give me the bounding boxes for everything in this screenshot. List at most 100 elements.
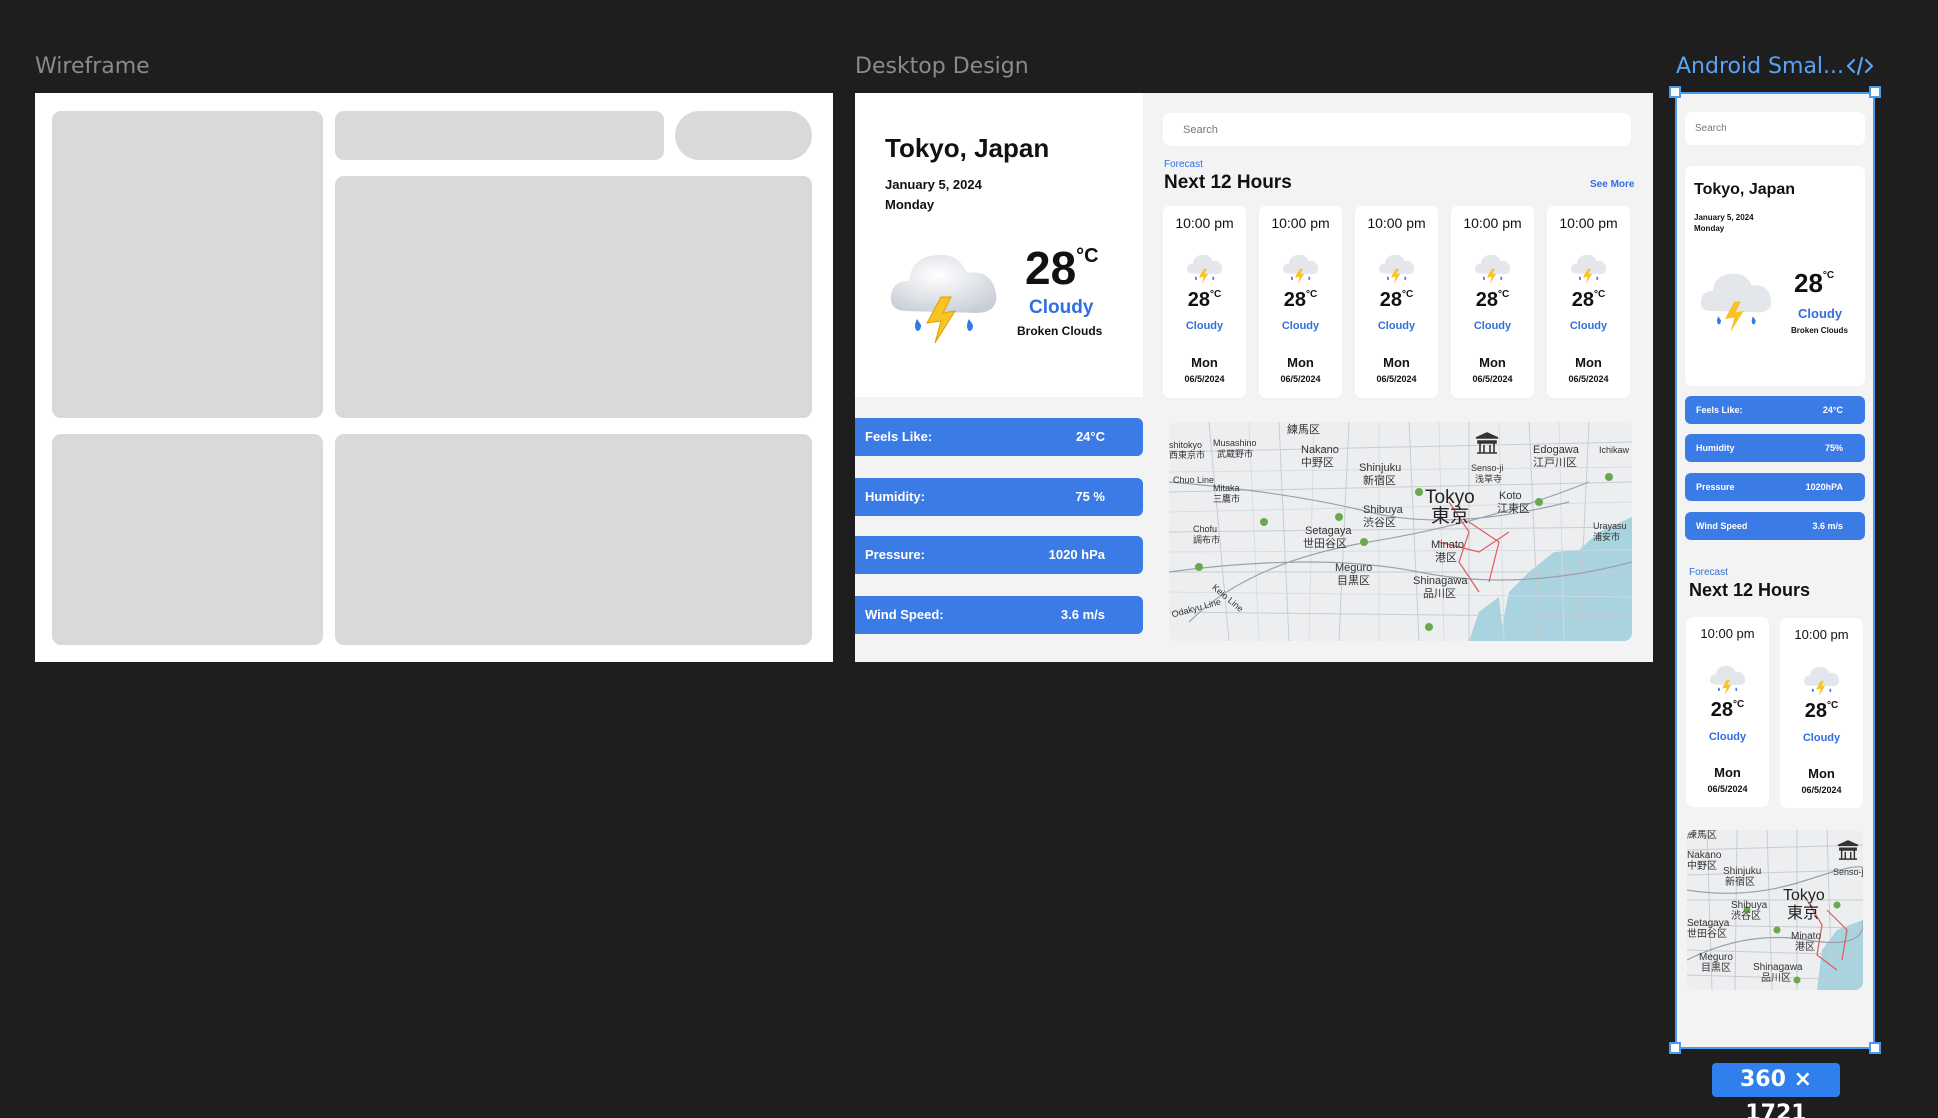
storm-cloud-icon [1569,249,1609,285]
hourly-card[interactable]: 10:00 pm 28°C Cloudy Mon 06/5/2024 [1163,206,1246,398]
map-label: 浦安市 [1593,532,1621,542]
map-label: Minato [1431,539,1465,551]
stat-label: Pressure: [865,547,925,562]
map-label: Meguro [1335,562,1373,574]
map-label-city: 東京 [1431,506,1470,527]
resize-handle[interactable] [1669,86,1681,98]
storm-cloud-icon [1281,249,1321,285]
hour-time: 10:00 pm [1463,215,1522,231]
hour-time: 10:00 pm [1271,215,1330,231]
hour-date: 06/5/2024 [1280,374,1321,384]
map-label: Chuo Line [1173,475,1215,485]
storm-cloud-icon [1473,249,1513,285]
storm-cloud-icon [885,239,1005,344]
map-label: 新宿区 [1363,475,1396,487]
stat-label: Humidity: [865,489,925,504]
map-label: Edogawa [1533,444,1579,456]
map-label: 中野区 [1301,457,1334,469]
search-input[interactable] [1163,113,1631,146]
stat-pressure: Pressure: 1020 hPa [855,536,1143,574]
dimension-badge: 360 × 1721 [1712,1063,1840,1118]
stat-feels-like: Feels Like: 24°C [855,418,1143,456]
current-weather-card: Tokyo, Japan January 5, 2024 Monday 28°C… [855,93,1143,397]
hour-temperature: 28°C [1379,289,1414,311]
map-label: 武蔵野市 [1217,449,1254,459]
map-label: 江東区 [1497,503,1530,515]
frame-label-wireframe[interactable]: Wireframe [35,54,150,79]
code-icon[interactable] [1846,56,1874,76]
wireframe-block [335,111,664,160]
map-label-city: Tokyo [1425,487,1475,508]
wireframe-block [675,111,812,160]
map-label: 渋谷区 [1363,517,1396,529]
desktop-frame[interactable]: Tokyo, Japan January 5, 2024 Monday 28°C… [855,93,1653,662]
wireframe-block [335,176,812,418]
stat-value: 24°C [1075,429,1105,444]
current-condition: Cloudy [1029,297,1094,318]
city-name: Tokyo, Japan [885,133,1050,163]
map-view[interactable]: 練馬区 Nakano 中野区 Shinjuku 新宿区 Shibuya 渋谷区 … [1169,422,1632,641]
map-label: Shibuya [1363,504,1403,516]
current-temperature: 28°C [1025,242,1099,294]
hour-temperature: 28°C [1187,289,1222,311]
frame-label-android[interactable]: Android Smal... [1676,54,1844,79]
hour-temperature: 28°C [1571,289,1606,311]
hour-time: 10:00 pm [1175,215,1234,231]
wireframe-block [52,434,323,645]
storm-cloud-icon [1377,249,1417,285]
see-more-link[interactable]: See More [1590,179,1634,190]
hour-day: Mon [1287,355,1314,370]
map-label: 世田谷区 [1303,538,1347,550]
map-label: 目黒区 [1337,575,1370,587]
selection-outline [1675,92,1875,1049]
hour-date: 06/5/2024 [1184,374,1225,384]
map-label: Shinjuku [1359,462,1402,474]
resize-handle[interactable] [1869,86,1881,98]
map-label: 品川区 [1423,588,1456,600]
hour-condition: Cloudy [1281,320,1320,332]
hour-condition: Cloudy [1569,320,1608,332]
current-description: Broken Clouds [1017,324,1103,338]
wireframe-block [335,434,812,645]
forecast-title: Next 12 Hours [1164,172,1292,193]
hour-time: 10:00 pm [1367,215,1426,231]
wireframe-block [52,111,323,418]
resize-handle[interactable] [1869,1042,1881,1054]
map-label: Ichikaw [1599,445,1630,455]
stat-value: 3.6 m/s [1060,607,1105,622]
hour-day: Mon [1191,355,1218,370]
hour-condition: Cloudy [1473,320,1512,332]
stat-wind-speed: Wind Speed: 3.6 m/s [855,596,1143,634]
map-label: Koto [1499,490,1522,502]
hourly-card[interactable]: 10:00 pm 28°C Cloudy Mon 06/5/2024 [1355,206,1438,398]
hourly-card[interactable]: 10:00 pm 28°C Cloudy Mon 06/5/2024 [1547,206,1630,398]
hour-date: 06/5/2024 [1472,374,1513,384]
hour-date: 06/5/2024 [1568,374,1609,384]
hour-day: Mon [1383,355,1410,370]
hour-temperature: 28°C [1283,289,1318,311]
storm-cloud-icon [1185,249,1225,285]
frame-label-desktop[interactable]: Desktop Design [855,54,1029,79]
hourly-card[interactable]: 10:00 pm 28°C Cloudy Mon 06/5/2024 [1451,206,1534,398]
wireframe-frame[interactable] [35,93,833,662]
stat-label: Wind Speed: [865,607,944,622]
map-label: 浅草寺 [1475,474,1503,484]
stat-label: Feels Like: [865,429,933,444]
forecast-tag: Forecast [1164,159,1203,170]
hour-temperature: 28°C [1475,289,1510,311]
resize-handle[interactable] [1669,1042,1681,1054]
hour-day: Mon [1479,355,1506,370]
map-label: 港区 [1435,552,1457,564]
temple-icon [1475,432,1499,454]
stat-humidity: Humidity: 75 % [855,478,1143,516]
map-label: 練馬区 [1287,424,1320,436]
hour-condition: Cloudy [1377,320,1416,332]
current-date: January 5, 2024 [885,177,982,192]
map-label: Shinagawa [1413,575,1468,587]
map-label: 三鷹市 [1213,494,1241,504]
hourly-card[interactable]: 10:00 pm 28°C Cloudy Mon 06/5/2024 [1259,206,1342,398]
map-label: Nakano [1301,444,1339,456]
map-label: Setagaya [1305,525,1352,537]
stat-value: 1020 hPa [1048,547,1105,562]
hour-condition: Cloudy [1185,320,1224,332]
